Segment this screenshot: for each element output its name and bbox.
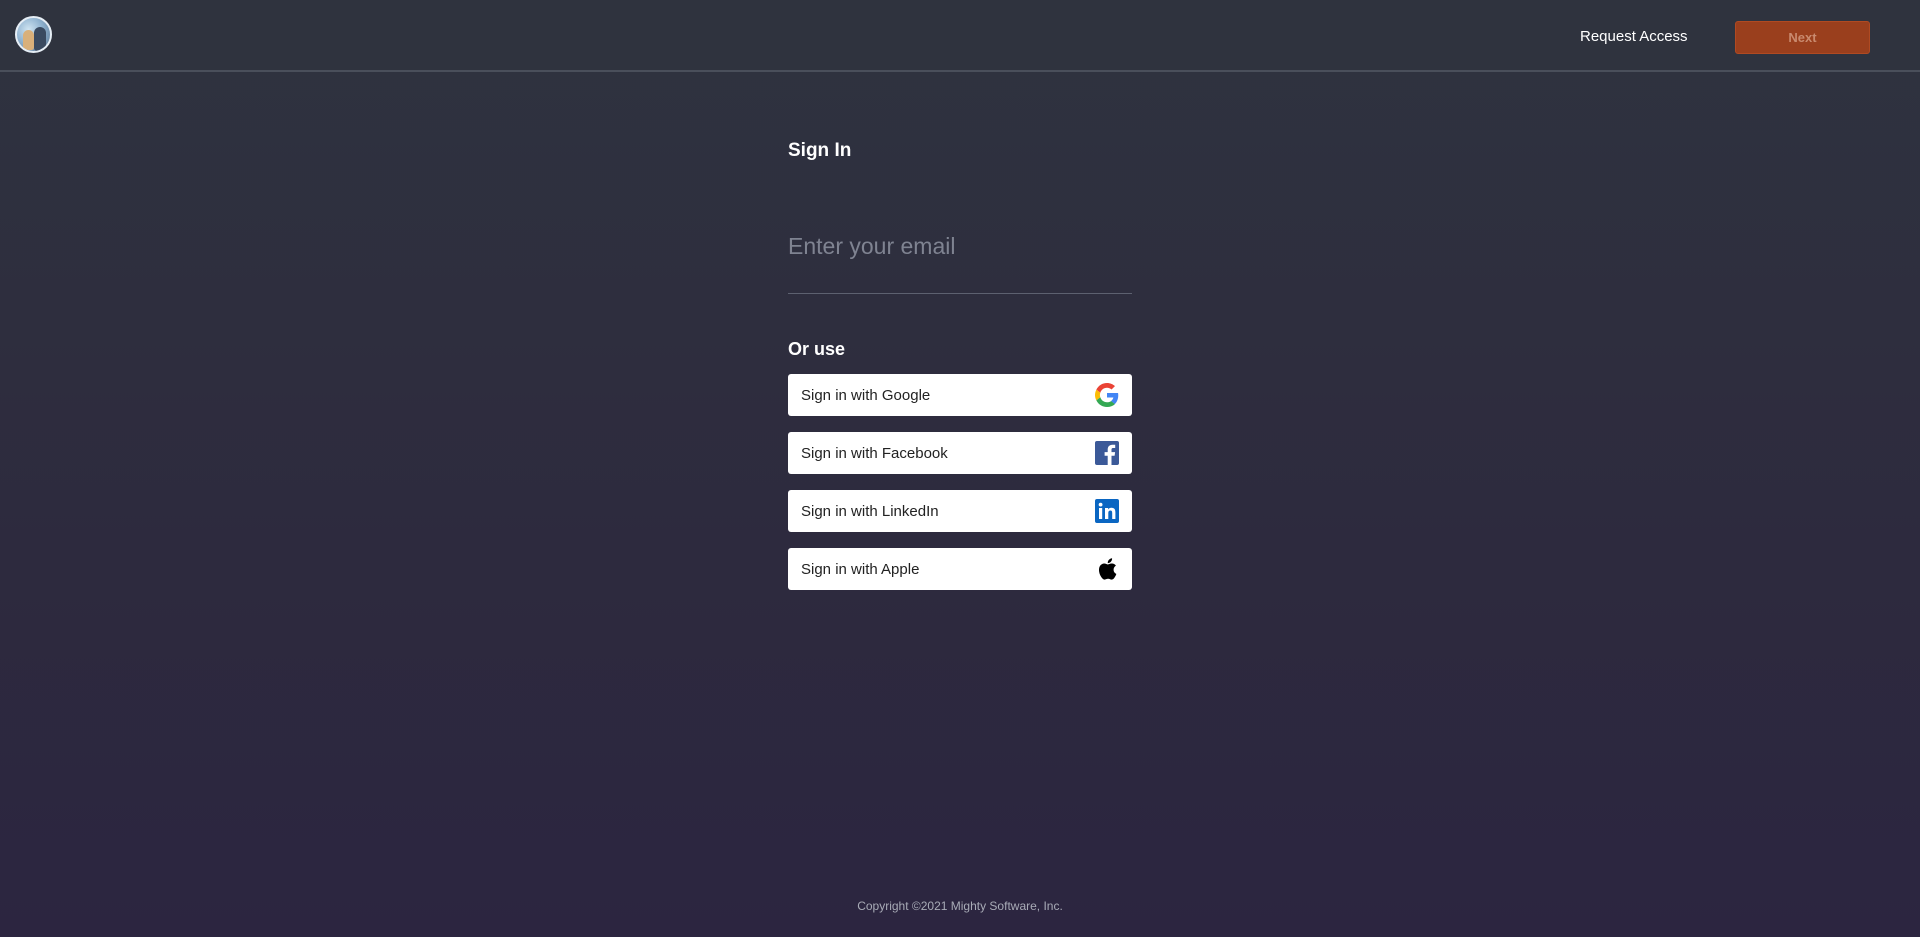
sign-in-google-label: Sign in with Google (801, 386, 931, 404)
google-icon (1095, 383, 1119, 407)
user-avatar[interactable] (15, 16, 52, 53)
copyright-text: Copyright ©2021 Mighty Software, Inc. (857, 899, 1063, 913)
sign-in-facebook-label: Sign in with Facebook (801, 444, 948, 462)
next-button[interactable]: Next (1735, 21, 1870, 54)
linkedin-icon (1095, 499, 1119, 523)
top-bar: Request Access Next (0, 0, 1920, 72)
email-field[interactable] (788, 222, 1132, 294)
page-title: Sign In (788, 140, 852, 161)
avatar-figure-left (23, 30, 34, 50)
sign-in-apple-button[interactable]: Sign in with Apple (788, 548, 1132, 590)
sign-in-linkedin-label: Sign in with LinkedIn (801, 502, 939, 520)
facebook-icon (1095, 441, 1119, 465)
or-use-heading: Or use (788, 339, 846, 359)
sign-in-linkedin-button[interactable]: Sign in with LinkedIn (788, 490, 1132, 532)
sign-in-apple-label: Sign in with Apple (801, 560, 920, 578)
request-access-link[interactable]: Request Access (1580, 28, 1688, 45)
avatar-figure-right (34, 27, 46, 51)
apple-icon (1095, 557, 1119, 581)
sign-in-facebook-button[interactable]: Sign in with Facebook (788, 432, 1132, 474)
sign-in-google-button[interactable]: Sign in with Google (788, 374, 1132, 416)
